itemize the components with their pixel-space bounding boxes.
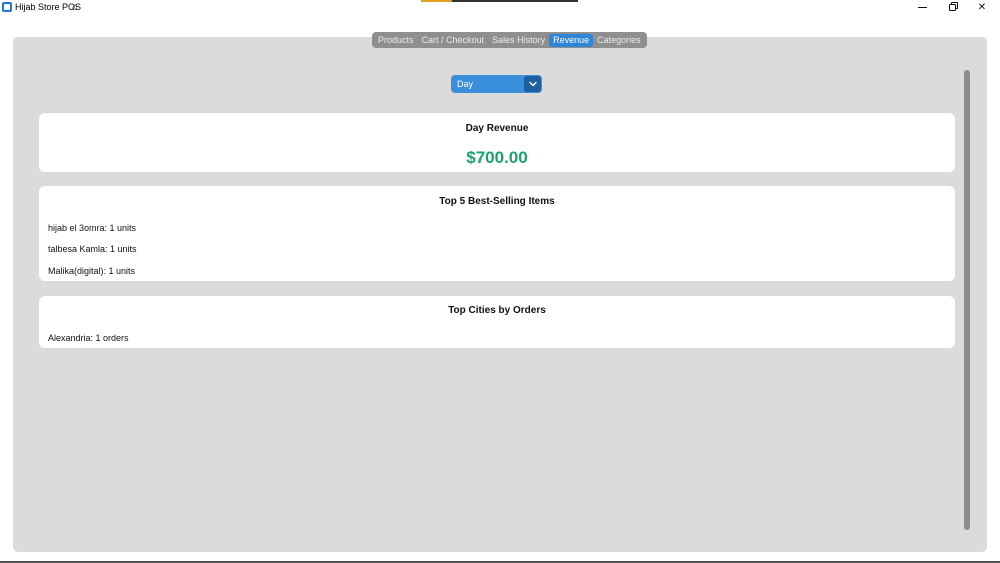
minimize-icon xyxy=(917,7,927,8)
list-item: talbesa Kamla: 1 units xyxy=(48,244,137,254)
list-item: hijab el 3omra: 1 units xyxy=(48,223,137,233)
app-icon xyxy=(2,2,12,12)
list-item: Malika(digital): 1 units xyxy=(48,266,136,276)
revenue-card: Day Revenue $700.00 xyxy=(39,113,955,172)
tab-sales-history[interactable]: Sales History xyxy=(488,34,549,47)
minimize-button[interactable] xyxy=(907,0,937,15)
period-select[interactable]: Day xyxy=(451,75,542,93)
tab-products[interactable]: Products xyxy=(374,34,418,47)
tab-bar: Products Cart / Checkout Sales History R… xyxy=(372,32,647,48)
home-icon[interactable]: ⌂ xyxy=(72,1,78,14)
best-sellers-card: Top 5 Best-Selling Items hijab el 3omra:… xyxy=(39,186,955,281)
period-select-value: Day xyxy=(457,79,474,89)
top-cities-card: Top Cities by Orders Alexandria: 1 order… xyxy=(39,296,955,348)
restore-icon xyxy=(948,4,956,11)
tab-categories[interactable]: Categories xyxy=(593,34,645,47)
vertical-scrollbar[interactable] xyxy=(964,70,970,530)
close-button[interactable]: ✕ xyxy=(967,0,997,15)
chevron-down-icon xyxy=(528,81,537,87)
dropdown-toggle[interactable] xyxy=(524,76,541,92)
tab-revenue[interactable]: Revenue xyxy=(549,33,594,47)
tab-cart-checkout[interactable]: Cart / Checkout xyxy=(418,34,489,47)
best-sellers-title: Top 5 Best-Selling Items xyxy=(439,196,555,207)
close-icon: ✕ xyxy=(977,2,987,13)
list-item: Alexandria: 1 orders xyxy=(48,333,129,343)
title-bar: Hijab Store POS ⌂ ✕ xyxy=(0,0,1000,15)
revenue-amount: $700.00 xyxy=(466,148,528,167)
top-cities-title: Top Cities by Orders xyxy=(448,305,546,316)
revenue-title: Day Revenue xyxy=(465,123,529,134)
maximize-button[interactable] xyxy=(937,0,967,15)
loading-strip-accent xyxy=(421,0,452,2)
